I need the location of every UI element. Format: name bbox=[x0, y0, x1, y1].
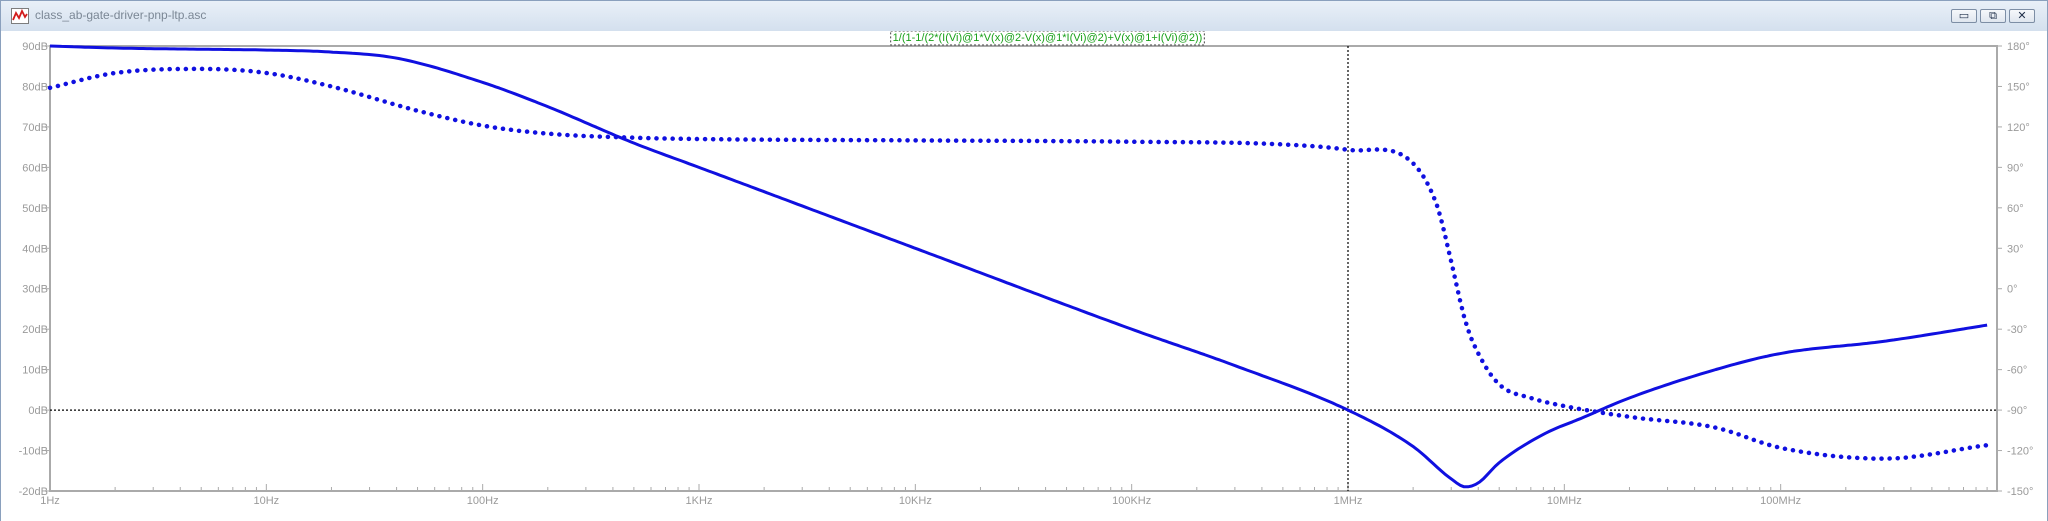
y2-tick-label: -90° bbox=[2007, 405, 2027, 417]
restore-button[interactable]: ⧉ bbox=[1980, 9, 2006, 23]
plot-pane[interactable]: 90dB 80dB 70dB 60dB 50dB 40dB 30dB 20dB 10dB 0dB -… bbox=[1, 31, 2047, 521]
x-tick-label: 10Hz bbox=[253, 495, 279, 507]
y-tick-label: 20dB bbox=[22, 324, 48, 336]
y2-tick-label: -150° bbox=[2007, 486, 2033, 498]
window-title: class_ab-gate-driver-pnp-ltp.asc bbox=[35, 8, 207, 22]
x-tick-label: 10MHz bbox=[1547, 495, 1582, 507]
y2-tick-label: 0° bbox=[2007, 284, 2018, 296]
y-tick-label: 70dB bbox=[22, 122, 48, 134]
x-tick-label: 100Hz bbox=[467, 495, 499, 507]
y-tick-label: 0dB bbox=[28, 405, 48, 417]
y2-tick-label: 150° bbox=[2007, 81, 2030, 93]
x-tick-label: 100KHz bbox=[1112, 495, 1151, 507]
y2-tick-label: 120° bbox=[2007, 122, 2030, 134]
ltspice-waveform-window: class_ab-gate-driver-pnp-ltp.asc ▭ ⧉ ✕ 9… bbox=[0, 0, 2048, 521]
y2-tick-label: 180° bbox=[2007, 41, 2030, 53]
x-tick-label: 1Hz bbox=[40, 495, 60, 507]
y2-tick-label: 30° bbox=[2007, 243, 2024, 255]
waveform-app-icon bbox=[11, 8, 29, 24]
y-tick-label: 10dB bbox=[22, 365, 48, 377]
y-tick-label: 60dB bbox=[22, 162, 48, 174]
bode-plot[interactable]: 90dB 80dB 70dB 60dB 50dB 40dB 30dB 20dB 10dB 0dB -… bbox=[1, 31, 2047, 521]
y-tick-label: 90dB bbox=[22, 41, 48, 53]
plot-frame bbox=[49, 45, 1998, 492]
x-tick-label: 100MHz bbox=[1760, 495, 1801, 507]
y-tick-label: 50dB bbox=[22, 203, 48, 215]
y-tick-label: 30dB bbox=[22, 284, 48, 296]
y2-tick-label: 60° bbox=[2007, 203, 2024, 215]
close-button[interactable]: ✕ bbox=[2009, 9, 2035, 23]
y-tick-label: -10dB bbox=[19, 446, 48, 458]
x-tick-label: 10KHz bbox=[899, 495, 932, 507]
minimize-button[interactable]: ▭ bbox=[1951, 9, 1977, 23]
x-tick-label: 1MHz bbox=[1334, 495, 1363, 507]
window-titlebar[interactable]: class_ab-gate-driver-pnp-ltp.asc ▭ ⧉ ✕ bbox=[1, 1, 2047, 32]
trace-expression-label[interactable]: 1/(1-1/(2*(I(Vi)@1*V(x)@2-V(x)@1*I(Vi)@2… bbox=[893, 32, 1203, 44]
y2-tick-label: -60° bbox=[2007, 365, 2027, 377]
y2-tick-label: -120° bbox=[2007, 446, 2033, 458]
y-tick-label: 80dB bbox=[22, 81, 48, 93]
y2-tick-label: 90° bbox=[2007, 162, 2024, 174]
y-tick-label: 40dB bbox=[22, 243, 48, 255]
x-tick-label: 1KHz bbox=[686, 495, 713, 507]
y2-tick-label: -30° bbox=[2007, 324, 2027, 336]
